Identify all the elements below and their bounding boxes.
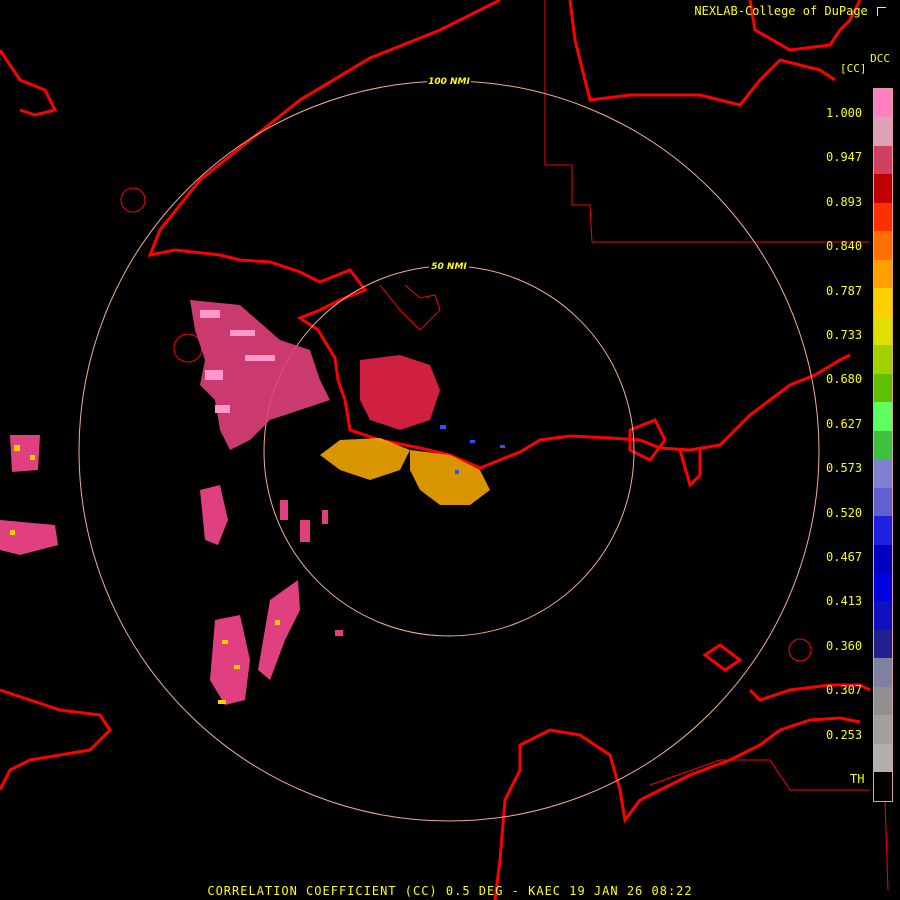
coastlines [0, 0, 871, 900]
scale-tick-label: 0.253 [826, 727, 863, 742]
color-scale [873, 88, 893, 802]
scale-swatch [874, 89, 892, 118]
scale-swatch [874, 686, 892, 716]
scale-swatch [874, 487, 892, 517]
scale-swatch [874, 202, 892, 232]
scale-tick-label: 0.467 [826, 550, 863, 564]
scale-tick-label: 0.947 [826, 150, 863, 165]
scale-swatch [874, 601, 892, 630]
scale-tick-label: 0.680 [826, 372, 863, 387]
product-code: DCC [870, 52, 890, 65]
echo-central-ring [320, 438, 490, 505]
scale-swatch [874, 459, 892, 488]
scale-tick-label: 0.840 [826, 239, 863, 254]
arrow-corner-icon [877, 7, 886, 16]
scale-tick-label: 0.307 [826, 683, 863, 698]
radar-canvas: 100 NMI 50 NMI [0, 0, 889, 900]
scale-swatch [874, 658, 892, 687]
scale-swatch [874, 231, 892, 260]
scale-swatch [874, 743, 892, 773]
scale-tick-label: 0.573 [826, 461, 863, 476]
scale-tick-label: 0.893 [826, 194, 863, 209]
scale-swatch [874, 288, 892, 317]
scale-tick-label: 0.360 [826, 638, 863, 653]
southeast-island [702, 643, 743, 672]
scale-swatch [874, 145, 892, 175]
credit-label: NEXLAB-College of DuPage [694, 4, 886, 18]
scale-swatch [874, 629, 892, 659]
scale-tick-label: 0.733 [826, 328, 863, 342]
scale-swatch [874, 259, 892, 289]
scale-tick-label: 1.000 [826, 106, 863, 120]
credit-text: NEXLAB-College of DuPage [694, 4, 868, 18]
scale-tick-label: TH [850, 772, 865, 786]
east-coast-south [678, 449, 702, 488]
product-title: CORRELATION COEFFICIENT (CC) 0.5 DEG - K… [207, 884, 693, 898]
ring-label-50: 50 NMI [431, 262, 467, 272]
ring-50nmi [263, 265, 635, 637]
scale-swatch [874, 402, 892, 431]
ring-labels: 100 NMI 50 NMI [427, 74, 471, 272]
scale-swatch [874, 516, 892, 545]
scale-tick-label: 0.627 [826, 416, 863, 431]
scale-swatch [874, 572, 892, 602]
scale-swatch [874, 117, 892, 146]
scale-swatch [874, 430, 892, 460]
scale-swatch [874, 544, 892, 573]
scale-tick-label: 0.413 [826, 594, 863, 609]
scale-tick-label: 0.787 [826, 283, 863, 298]
echo-west-edge [0, 435, 58, 555]
west-coast-bottom [0, 688, 112, 791]
echo-central-cluster [360, 355, 440, 430]
west-coast-top [0, 49, 58, 117]
scale-swatch [874, 373, 892, 403]
scale-swatch [874, 715, 892, 744]
scale-swatch [874, 174, 892, 203]
radar-echoes [0, 300, 505, 705]
south-peninsula [493, 728, 781, 900]
unit-label: [CC] [840, 62, 867, 75]
ring-label-100: 100 NMI [428, 77, 470, 87]
radar-map: 100 NMI 50 NMI NEXLAB-College of DuPage … [0, 0, 900, 900]
scale-swatch [874, 345, 892, 374]
scale-tick-label: 0.520 [826, 505, 863, 520]
scale-swatch [874, 316, 892, 346]
